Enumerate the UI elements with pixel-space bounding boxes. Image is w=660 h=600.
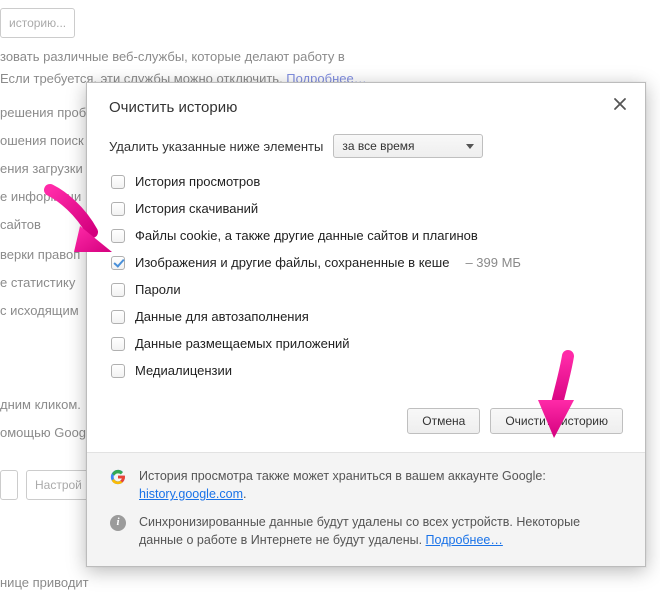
- option-label: История скачиваний: [135, 201, 258, 216]
- cancel-button[interactable]: Отмена: [407, 408, 480, 434]
- option-passwords[interactable]: Пароли: [109, 276, 623, 303]
- checkbox-icon[interactable]: [111, 337, 125, 351]
- option-media-licenses[interactable]: Медиалицензии: [109, 357, 623, 384]
- bg-line-6: е статистику: [0, 272, 75, 294]
- bg-line-8: дним кликом.: [0, 394, 81, 416]
- checkbox-icon[interactable]: [111, 256, 125, 270]
- option-label: Файлы cookie, а также другие данные сайт…: [135, 228, 478, 243]
- bg-line-9: омощью Googl: [0, 422, 89, 444]
- option-label: Данные размещаемых приложений: [135, 336, 350, 351]
- close-button[interactable]: [613, 97, 629, 113]
- history-google-link[interactable]: history.google.com: [139, 487, 243, 501]
- option-browsing-history[interactable]: История просмотров: [109, 168, 623, 195]
- bg-footer-line: нице приводит: [0, 572, 89, 594]
- bg-line-7: с исходящим: [0, 300, 79, 322]
- clear-history-dialog: Очистить историю Удалить указанные ниже …: [86, 82, 646, 567]
- footer-google-text: История просмотра также может храниться …: [139, 467, 623, 503]
- clear-history-button[interactable]: Очистить историю: [490, 408, 623, 434]
- sync-more-link[interactable]: Подробнее…: [426, 533, 503, 547]
- footer-sync-text: Синхронизированные данные будут удалены …: [139, 513, 623, 549]
- option-cookies[interactable]: Файлы cookie, а также другие данные сайт…: [109, 222, 623, 249]
- option-label: Медиалицензии: [135, 363, 232, 378]
- time-range-select[interactable]: за все время: [333, 134, 483, 158]
- bg-line-4: сайтов: [0, 214, 41, 236]
- bg-line-3: е информаци: [0, 186, 81, 208]
- option-label: Данные для автозаполнения: [135, 309, 309, 324]
- bg-line-5: верки правоп: [0, 244, 80, 266]
- option-download-history[interactable]: История скачиваний: [109, 195, 623, 222]
- chevron-down-icon: [466, 144, 474, 149]
- checkbox-icon[interactable]: [111, 175, 125, 189]
- option-autofill[interactable]: Данные для автозаполнения: [109, 303, 623, 330]
- close-icon: [613, 97, 627, 111]
- option-label: Пароли: [135, 282, 181, 297]
- range-label: Удалить указанные ниже элементы: [109, 139, 323, 154]
- dialog-footer: История просмотра также может храниться …: [87, 452, 645, 566]
- checkbox-icon[interactable]: [111, 229, 125, 243]
- bg-line-1: ошения поиск: [0, 130, 84, 152]
- checkbox-icon[interactable]: [111, 202, 125, 216]
- checkbox-icon[interactable]: [111, 283, 125, 297]
- dialog-title: Очистить историю: [109, 99, 623, 116]
- bg-line-2: ения загрузки: [0, 158, 83, 180]
- cache-size-hint: – 399 МБ: [465, 255, 521, 270]
- bg-settings-button: Настрой: [26, 470, 91, 500]
- info-icon: i: [109, 513, 127, 549]
- option-hosted-app-data[interactable]: Данные размещаемых приложений: [109, 330, 623, 357]
- checkbox-icon[interactable]: [111, 364, 125, 378]
- bg-line-0: решения проб: [0, 102, 86, 124]
- bg-history-button: историю...: [0, 8, 75, 38]
- time-range-value: за все время: [342, 139, 414, 153]
- option-cached-images[interactable]: Изображения и другие файлы, сохраненные …: [109, 249, 623, 276]
- option-label: Изображения и другие файлы, сохраненные …: [135, 255, 449, 270]
- option-label: История просмотров: [135, 174, 260, 189]
- checkbox-icon[interactable]: [111, 310, 125, 324]
- google-icon: [109, 467, 127, 503]
